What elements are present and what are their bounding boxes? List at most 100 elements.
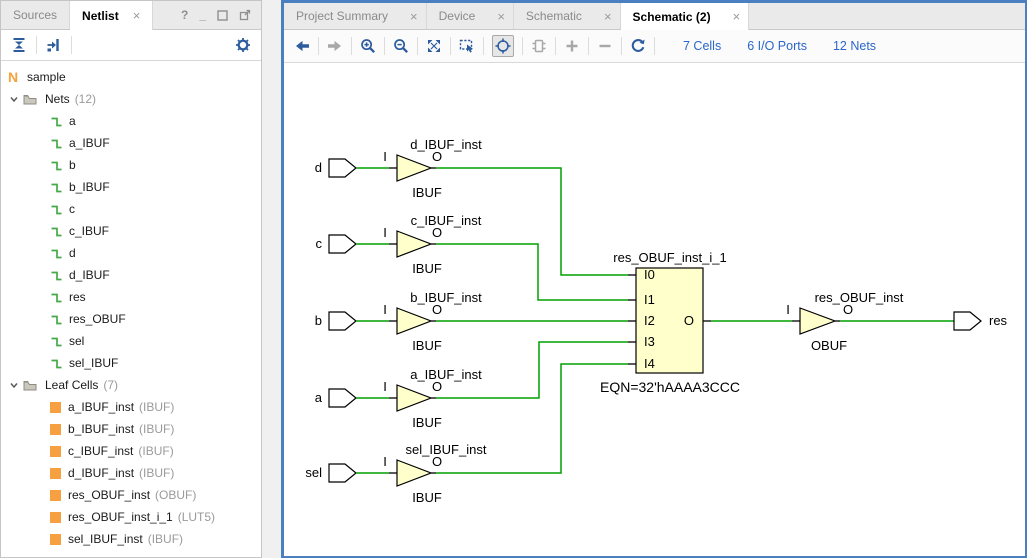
minimize-icon[interactable]: _ [199,8,206,22]
obuf-cell[interactable] [800,308,835,334]
ibuf-cell-b[interactable] [397,308,431,334]
ibuf-cell-a[interactable] [397,385,431,411]
scroll-to-selected-icon[interactable] [46,37,62,53]
cell-type-label: OBUF [811,338,847,353]
tab-sources[interactable]: Sources [1,1,70,29]
toolbar-separator [555,37,556,55]
schematic-svg[interactable]: d I O d_IBUF_inst IBUF c I [284,63,1025,556]
tree-item-cell[interactable]: a_IBUF_inst (IBUF) [1,396,261,418]
tree-item-net[interactable]: sel [1,330,261,352]
close-icon[interactable]: × [604,9,612,24]
input-port-a[interactable] [329,389,356,407]
netlist-panel: Sources Netlist × ? _ [0,0,262,558]
chevron-down-icon[interactable] [9,94,19,104]
tree-item-cell[interactable]: c_IBUF_inst (IBUF) [1,440,261,462]
tab-device[interactable]: Device × [427,3,514,29]
cell-name: d_IBUF_inst [68,466,134,480]
cell-type: (LUT5) [178,510,215,524]
regenerate-icon[interactable] [630,38,646,54]
stat-io-ports[interactable]: 6 I/O Ports [747,39,807,53]
tab-schematic[interactable]: Schematic × [514,3,621,29]
cell-name: c_IBUF_inst [68,444,133,458]
cells-list: a_IBUF_inst (IBUF) b_IBUF_inst (IBUF) c_… [1,396,261,550]
chevron-down-icon[interactable] [9,380,19,390]
tree-item-net[interactable]: a_IBUF [1,132,261,154]
instance-label: b_IBUF_inst [410,290,482,305]
float-icon[interactable] [239,9,251,21]
tree-item-net[interactable]: b [1,154,261,176]
netlist-tree: N sample Nets (12) a a_IBUF [1,61,261,557]
help-icon[interactable]: ? [181,8,188,22]
tree-item-cell[interactable]: sel_IBUF_inst (IBUF) [1,528,261,550]
tree-item-net[interactable]: res_OBUF [1,308,261,330]
tree-item-net[interactable]: res [1,286,261,308]
cell-icon [50,490,61,501]
collapse-all-icon[interactable] [11,37,27,53]
stat-cells[interactable]: 7 Cells [683,39,721,53]
maximize-icon[interactable] [217,10,228,21]
ibuf-cell-c[interactable] [397,231,431,257]
input-port-b[interactable] [329,312,356,330]
ibuf-cell-sel[interactable] [397,460,431,486]
tab-schematic-2[interactable]: Schematic (2) × [621,3,750,30]
tab-project-summary[interactable]: Project Summary × [284,3,427,29]
tree-item-cell[interactable]: d_IBUF_inst (IBUF) [1,462,261,484]
input-port-d[interactable] [329,159,356,177]
tree-item-net[interactable]: c [1,198,261,220]
forward-icon[interactable] [327,38,343,54]
toolbar-separator [36,36,37,54]
close-icon[interactable]: × [497,9,505,24]
toolbar-separator [522,37,523,55]
net-icon [50,247,63,260]
cell-type: (IBUF) [148,532,183,546]
net-icon [50,291,63,304]
net-icon [50,203,63,216]
ibuf-cell-d[interactable] [397,155,431,181]
tree-item-net[interactable]: d [1,242,261,264]
tree-item-cell[interactable]: res_OBUF_inst_i_1 (LUT5) [1,506,261,528]
zoom-to-selection-icon[interactable] [459,38,475,54]
net-name: d [69,246,76,260]
schematic-row-c: c I O c_IBUF_inst IBUF [316,213,629,300]
zoom-in-icon[interactable] [360,38,376,54]
tree-root-sample[interactable]: N sample [1,66,261,88]
output-port-res[interactable] [954,312,981,330]
close-icon[interactable]: × [733,9,741,24]
zoom-out-icon[interactable] [393,38,409,54]
autofit-selection-button[interactable] [492,35,514,57]
tree-item-net[interactable]: d_IBUF [1,264,261,286]
cell-name: res_OBUF_inst_i_1 [68,510,173,524]
tree-item-cell[interactable]: b_IBUF_inst (IBUF) [1,418,261,440]
tree-item-cell[interactable]: res_OBUF_inst (OBUF) [1,484,261,506]
stat-nets[interactable]: 12 Nets [833,39,876,53]
schematic-canvas[interactable]: d I O d_IBUF_inst IBUF c I [284,63,1025,556]
tree-item-net[interactable]: c_IBUF [1,220,261,242]
net-name: d_IBUF [69,268,110,282]
gear-icon[interactable] [235,37,251,53]
lut-eqn-label: EQN=32'hAAAA3CCC [600,379,740,395]
cell-type-label: IBUF [412,338,442,353]
add-icon[interactable] [564,38,580,54]
remove-icon[interactable] [597,38,613,54]
input-port-sel[interactable] [329,464,356,482]
close-icon[interactable]: × [410,9,418,24]
net-icon [50,225,63,238]
input-port-c[interactable] [329,235,356,253]
tree-item-net[interactable]: a [1,110,261,132]
tree-item-net[interactable]: b_IBUF [1,176,261,198]
tree-group-leaf-cells[interactable]: Leaf Cells (7) [1,374,261,396]
tab-label: Device [439,9,476,23]
show-cell-icon[interactable] [531,38,547,54]
lut-pin-i0: I0 [644,267,655,282]
tab-netlist[interactable]: Netlist × [70,1,153,30]
tree-group-nets[interactable]: Nets (12) [1,88,261,110]
cell-name: a_IBUF_inst [68,400,134,414]
folder-icon [23,93,37,105]
schematic-row-sel: sel I O sel_IBUF_inst IBUF [305,364,628,505]
left-tab-bar: Sources Netlist × ? _ [1,1,261,30]
net-icon [50,357,63,370]
close-icon[interactable]: × [133,8,141,23]
back-icon[interactable] [294,38,310,54]
zoom-fit-icon[interactable] [426,38,442,54]
tree-item-net[interactable]: sel_IBUF [1,352,261,374]
